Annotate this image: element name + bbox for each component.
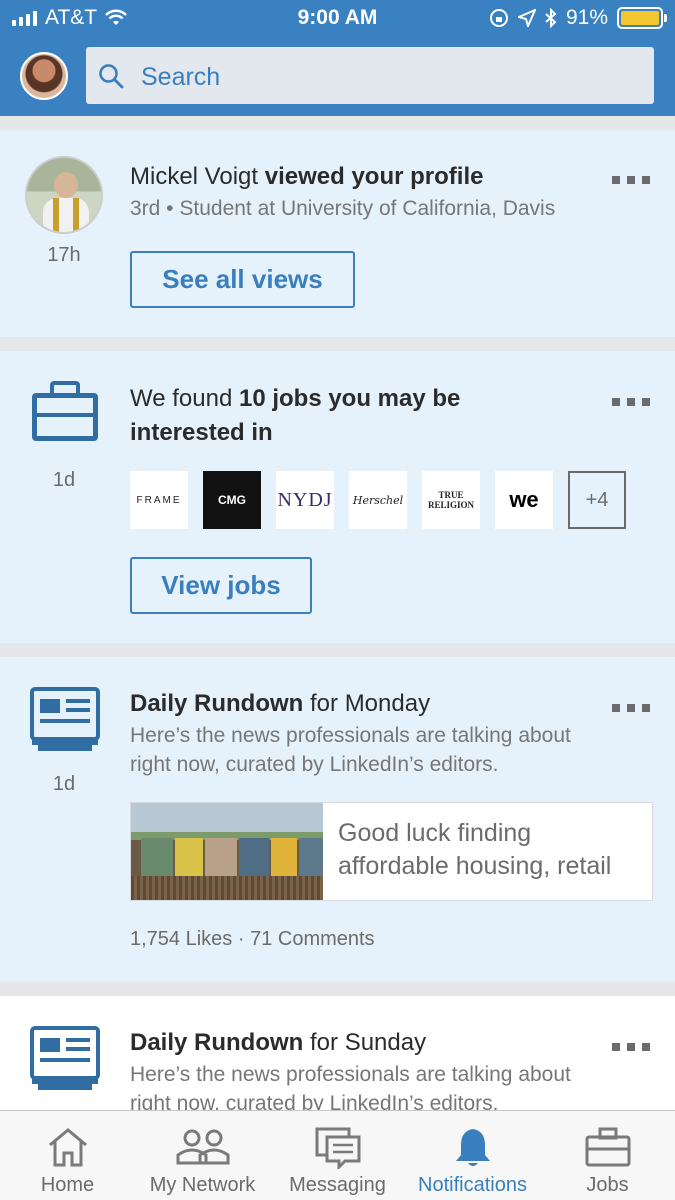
bell-icon xyxy=(455,1129,490,1166)
status-right: 91% xyxy=(489,6,667,30)
article-title: Good luck finding affordable housing, re… xyxy=(338,819,612,880)
headline-rest: for Monday xyxy=(303,690,431,717)
tab-label: My Network xyxy=(149,1174,256,1196)
notification-headline: Mickel Voigt viewed your profile xyxy=(130,160,483,194)
notification-time: 17h xyxy=(47,244,81,266)
battery-icon xyxy=(617,7,667,29)
more-companies-badge[interactable]: +4 xyxy=(568,471,626,529)
location-icon xyxy=(517,9,536,27)
company-logos: FRAME CMG NYDJ Herschel TRUE RELIGION we… xyxy=(130,471,626,529)
rundown-subtitle: Here’s the news professionals are talkin… xyxy=(130,724,571,776)
notification-daily-rundown[interactable]: 1d Daily Rundown for Monday Here’s the n… xyxy=(0,657,675,982)
tab-home[interactable]: Home xyxy=(0,1111,135,1200)
more-options-icon[interactable] xyxy=(612,1043,650,1051)
network-icon xyxy=(176,1129,229,1165)
more-options-icon[interactable] xyxy=(612,398,650,406)
news-icon xyxy=(30,687,100,751)
tab-bar: Home My Network Messaging Notifications xyxy=(0,1110,675,1200)
notification-headline: Daily Rundown for Sunday xyxy=(130,1026,426,1060)
status-bar: AT&T 9:00 AM 91% xyxy=(0,0,675,38)
battery-percent: 91% xyxy=(565,6,608,29)
headline-rest: for Sunday xyxy=(303,1029,427,1056)
headline-prefix: We found xyxy=(130,385,239,412)
more-options-icon[interactable] xyxy=(612,176,650,184)
notification-headline: Daily Rundown for Monday xyxy=(130,687,430,721)
tab-notifications[interactable]: Notifications xyxy=(405,1111,540,1200)
article-thumbnail xyxy=(131,803,323,900)
headline-bold: Daily Rundown xyxy=(130,690,304,717)
company-logo[interactable]: we xyxy=(495,471,553,529)
headline-bold: Daily Rundown xyxy=(130,1029,304,1056)
notification-daily-rundown[interactable]: Daily Rundown for Sunday Here’s the news… xyxy=(0,996,675,1115)
tab-my-network[interactable]: My Network xyxy=(135,1111,270,1200)
notification-headline: We found 10 jobs you may be interested i… xyxy=(130,382,550,450)
notification-time: 1d xyxy=(52,469,76,491)
news-article-card[interactable]: Good luck finding affordable housing, re… xyxy=(130,802,653,901)
tab-label: Messaging xyxy=(289,1174,386,1196)
notification-jobs[interactable]: 1d We found 10 jobs you may be intereste… xyxy=(0,351,675,643)
briefcase-icon xyxy=(32,381,98,441)
notification-time: 1d xyxy=(52,773,76,795)
tab-label: Jobs xyxy=(586,1174,629,1196)
search-icon xyxy=(99,64,124,89)
top-bar: AT&T 9:00 AM 91% Search xyxy=(0,0,675,116)
more-options-icon[interactable] xyxy=(612,704,650,712)
company-logo[interactable]: FRAME xyxy=(130,471,188,529)
view-jobs-button[interactable]: View jobs xyxy=(130,557,312,614)
notification-action: viewed your profile xyxy=(264,163,484,190)
article-stats[interactable]: 1,754 Likes · 71 Comments xyxy=(130,928,375,951)
home-icon xyxy=(48,1128,87,1167)
profile-photo[interactable] xyxy=(25,156,103,234)
avatar[interactable] xyxy=(20,52,68,100)
bluetooth-icon xyxy=(545,8,557,28)
messaging-icon xyxy=(315,1127,360,1169)
news-icon xyxy=(30,1026,100,1090)
tab-label: Home xyxy=(40,1174,95,1196)
rotation-lock-icon xyxy=(489,9,508,27)
search-input[interactable]: Search xyxy=(86,47,654,104)
tab-jobs[interactable]: Jobs xyxy=(540,1111,675,1200)
company-logo[interactable]: CMG xyxy=(203,471,261,529)
viewer-name[interactable]: Mickel Voigt xyxy=(130,163,258,190)
see-all-views-button[interactable]: See all views xyxy=(130,251,355,308)
tab-messaging[interactable]: Messaging xyxy=(270,1111,405,1200)
notification-profile-view[interactable]: 17h Mickel Voigt viewed your profile 3rd… xyxy=(0,130,675,337)
company-logo[interactable]: TRUE RELIGION xyxy=(422,471,480,529)
tab-label: Notifications xyxy=(418,1174,527,1196)
search-placeholder: Search xyxy=(141,63,221,91)
company-logo[interactable]: NYDJ xyxy=(276,471,334,529)
company-logo[interactable]: Herschel xyxy=(349,471,407,529)
briefcase-icon xyxy=(585,1127,630,1167)
viewer-subtitle: 3rd • Student at University of Californi… xyxy=(130,197,556,220)
